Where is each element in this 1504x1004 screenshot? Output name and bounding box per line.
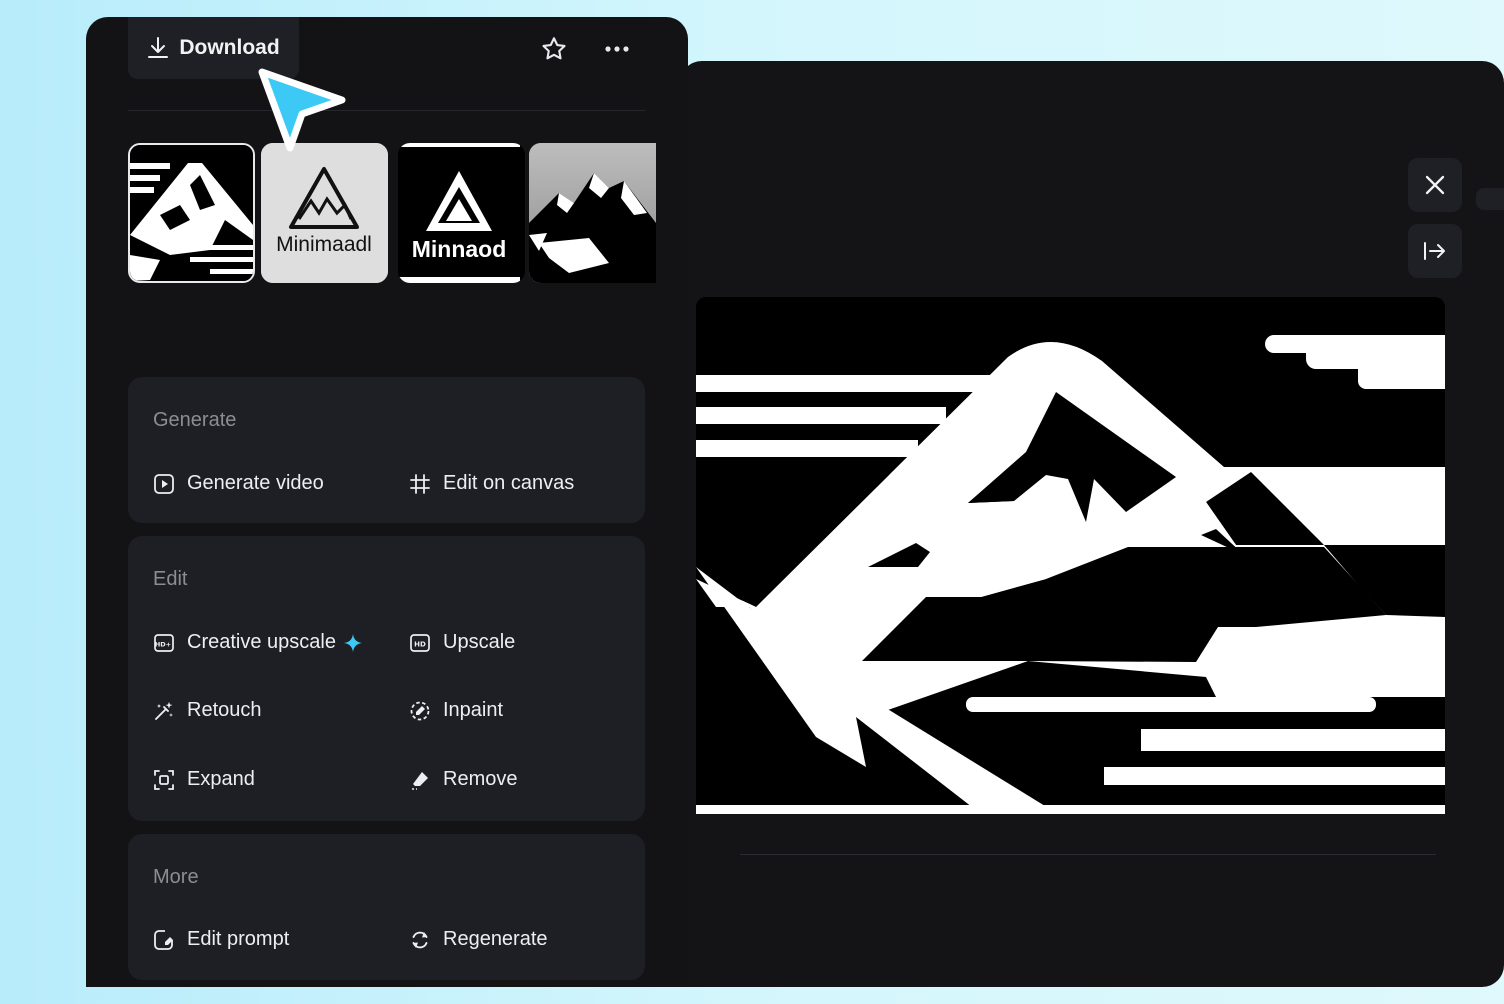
- play-square-icon: [154, 473, 174, 494]
- thumbnail-2-label: Minimaadl: [276, 233, 372, 256]
- side-tab[interactable]: [1476, 188, 1504, 210]
- download-label: Download: [179, 36, 280, 59]
- thumbnail-3[interactable]: Minnaod: [398, 143, 525, 283]
- pointer-cursor-icon: [258, 68, 346, 152]
- magic-wand-icon: [155, 701, 173, 720]
- remove-button[interactable]: Remove: [409, 768, 517, 791]
- expand-label: Expand: [187, 768, 255, 790]
- expand-frame-icon: [154, 769, 174, 790]
- edit-on-canvas-button[interactable]: Edit on canvas: [409, 472, 574, 495]
- more-horizontal-icon[interactable]: [598, 31, 636, 67]
- edit-prompt-label: Edit prompt: [187, 928, 290, 950]
- edit-square-icon: [154, 929, 173, 950]
- generated-image: [696, 297, 1445, 814]
- eraser-icon: [412, 771, 428, 790]
- generate-section-title: Generate: [153, 409, 237, 431]
- actions-panel: Download Minimaadl Minnaod Generate Gene…: [86, 17, 688, 987]
- retouch-button[interactable]: Retouch: [153, 699, 262, 722]
- close-icon[interactable]: [1408, 158, 1462, 212]
- regenerate-button[interactable]: Regenerate: [409, 928, 548, 951]
- edit-prompt-button[interactable]: Edit prompt: [153, 928, 289, 951]
- download-icon: [148, 37, 169, 58]
- generate-video-label: Generate video: [187, 472, 324, 494]
- star-icon[interactable]: [536, 31, 572, 67]
- thumbnail-1[interactable]: [128, 143, 255, 283]
- more-section: More Edit prompt Regenerate: [128, 834, 645, 980]
- inpaint-button[interactable]: Inpaint: [409, 699, 503, 722]
- remove-label: Remove: [443, 768, 518, 790]
- svg-text:HD+: HD+: [155, 640, 171, 648]
- sparkle-icon: [343, 633, 362, 652]
- retouch-label: Retouch: [187, 699, 262, 721]
- thumbnail-4[interactable]: [529, 143, 656, 283]
- creative-upscale-button[interactable]: HD+ Creative upscale: [153, 631, 362, 654]
- edit-section-title: Edit: [153, 568, 188, 590]
- toolbar-divider: [128, 110, 645, 111]
- thumbnail-3-label: Minnaod: [412, 236, 507, 262]
- hd-plus-icon: HD+: [154, 633, 174, 652]
- hd-icon: HD: [410, 633, 430, 652]
- crop-frame-icon: [410, 473, 430, 494]
- viewer-divider: [740, 854, 1436, 855]
- edit-on-canvas-label: Edit on canvas: [443, 472, 575, 494]
- inpaint-label: Inpaint: [443, 699, 504, 721]
- dashed-circle-brush-icon: [410, 701, 430, 720]
- expand-button[interactable]: Expand: [153, 768, 255, 791]
- svg-text:HD: HD: [414, 640, 426, 648]
- regenerate-label: Regenerate: [443, 928, 548, 950]
- creative-upscale-label: Creative upscale: [187, 631, 336, 653]
- more-section-title: More: [153, 866, 199, 888]
- thumbnail-2[interactable]: Minimaadl: [261, 143, 388, 283]
- upscale-button[interactable]: HD Upscale: [409, 631, 515, 654]
- generate-section: Generate Generate video Edit on canvas: [128, 377, 645, 523]
- collapse-right-icon[interactable]: [1408, 224, 1462, 278]
- generate-video-button[interactable]: Generate video: [153, 472, 324, 495]
- upscale-label: Upscale: [443, 631, 516, 653]
- edit-section: Edit HD+ Creative upscale HD Upscale Ret…: [128, 536, 645, 821]
- refresh-icon: [412, 931, 428, 948]
